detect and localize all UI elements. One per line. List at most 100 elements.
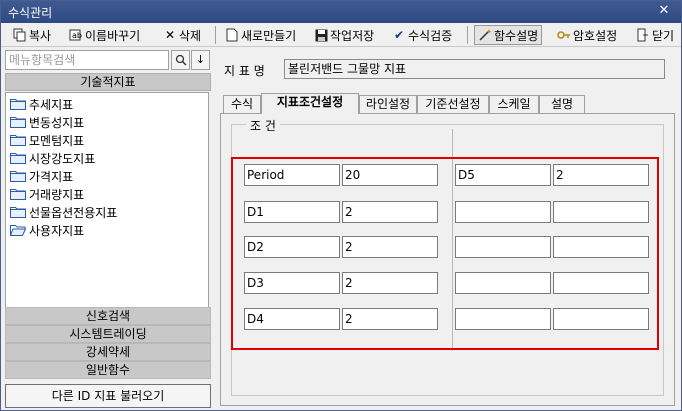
param-value-field[interactable]: 2 (553, 164, 649, 186)
new-label: 새로만들기 (241, 28, 297, 43)
new-button[interactable]: 새로만들기 (225, 25, 296, 45)
exit-door-icon (636, 28, 650, 42)
copy-label: 복사 (29, 28, 52, 43)
formula-manager-window: 수식관리 ✕ 복사 ab 이름바꾸기 ✕ 삭제 새로만들기 작업저장 ✔ 수식검… (0, 0, 682, 411)
svg-text:ab: ab (72, 31, 82, 40)
toolbar-separator (215, 26, 216, 44)
left-panel: 메뉴항목검색 ↓ 기술적지표 추세지표 변동성지표 모멘텀지표 시장강도지표 가… (5, 50, 211, 408)
copy-icon (13, 28, 27, 42)
tree-item-volume[interactable]: 거래량지표 (10, 185, 84, 203)
tree-item-volatility[interactable]: 변동성지표 (10, 113, 84, 131)
tree-item-label: 선물옵션전용지표 (29, 205, 118, 220)
function-help-label: 함수설명 (494, 28, 539, 43)
copy-button[interactable]: 복사 (13, 25, 51, 45)
tree-item-label: 시장강도지표 (29, 151, 96, 166)
function-help-button[interactable]: ✦ 함수설명 (474, 25, 543, 45)
title-bar: 수식관리 ✕ (1, 1, 681, 23)
tree-item-label: 사용자지표 (29, 223, 85, 238)
tree-item-label: 추세지표 (29, 97, 74, 112)
save-button[interactable]: 작업저장 (314, 25, 374, 45)
checkmark-icon: ✔ (393, 28, 405, 42)
param-value-field[interactable]: 2 (342, 201, 438, 223)
tree-item-market-strength[interactable]: 시장강도지표 (10, 149, 95, 167)
param-value-field[interactable]: 2 (342, 272, 438, 294)
indicator-name-label: 지 표 명 (224, 64, 265, 78)
tab-line-settings[interactable]: 라인설정 (359, 95, 417, 113)
close-label: 닫기 (652, 28, 675, 43)
folder-icon (10, 206, 26, 218)
magic-wand-icon: ✦ (478, 28, 492, 42)
load-other-id-button[interactable]: 다른 ID 지표 불러오기 (5, 384, 211, 408)
param-value-field[interactable]: 2 (342, 308, 438, 330)
delete-button[interactable]: ✕ 삭제 (163, 25, 201, 45)
column-divider (452, 129, 453, 351)
param-name-field[interactable] (455, 236, 551, 258)
param-name-field[interactable]: D2 (244, 236, 340, 258)
save-label: 작업저장 (330, 28, 375, 43)
param-value-field[interactable] (553, 272, 649, 294)
param-name-field[interactable]: D3 (244, 272, 340, 294)
tab-formula[interactable]: 수식 (223, 95, 261, 113)
window-title: 수식관리 (8, 6, 53, 20)
toolbar: 복사 ab 이름바꾸기 ✕ 삭제 새로만들기 작업저장 ✔ 수식검증 ✦ 함수설… (1, 23, 681, 47)
param-name-field[interactable] (455, 201, 551, 223)
password-button[interactable]: 암호설정 (557, 25, 617, 45)
tree-item-trend[interactable]: 추세지표 (10, 95, 73, 113)
arrow-down-icon[interactable]: ↓ (191, 50, 210, 70)
menu-search-input[interactable]: 메뉴항목검색 (5, 50, 169, 70)
svg-text:✦: ✦ (486, 28, 492, 36)
rename-button[interactable]: ab 이름바꾸기 (69, 25, 140, 45)
param-name-field[interactable]: D5 (455, 164, 551, 186)
tree-item-label: 가격지표 (29, 169, 74, 184)
indicator-name-field[interactable]: 볼린저밴드 그물망 지표 (284, 59, 665, 79)
category-header-technical[interactable]: 기술적지표 (5, 73, 211, 91)
category-strength-weakness[interactable]: 강세약세 (5, 343, 211, 361)
param-name-field[interactable]: D1 (244, 201, 340, 223)
key-icon (557, 28, 571, 42)
param-value-field[interactable] (553, 201, 649, 223)
tree-item-label: 변동성지표 (29, 115, 85, 130)
tab-description[interactable]: 설명 (539, 95, 585, 113)
tree-item-label: 모멘텀지표 (29, 133, 85, 148)
param-value-field[interactable]: 20 (342, 164, 438, 186)
category-system-trading[interactable]: 시스템트레이딩 (5, 325, 211, 343)
param-value-field[interactable]: 2 (342, 236, 438, 258)
delete-icon: ✕ (164, 28, 176, 42)
param-value-field[interactable] (553, 308, 649, 330)
tree-item-user[interactable]: 사용자지표 (10, 221, 84, 239)
search-icon[interactable] (171, 50, 190, 70)
toolbar-separator (467, 26, 468, 44)
right-panel: 지 표 명 볼린저밴드 그물망 지표 수식 지표조건설정 라인설정 기준선설정 … (214, 50, 680, 408)
folder-icon (10, 116, 26, 128)
tab-condition-settings[interactable]: 지표조건설정 (261, 93, 359, 114)
condition-tab-panel: 조 건 (220, 113, 675, 406)
folder-icon (10, 98, 26, 110)
save-disk-icon (314, 28, 328, 42)
param-name-field[interactable]: D4 (244, 308, 340, 330)
tree-item-label: 거래량지표 (29, 187, 85, 202)
rename-icon: ab (69, 28, 83, 42)
new-document-icon (225, 28, 239, 42)
open-folder-icon (10, 224, 26, 236)
password-label: 암호설정 (573, 28, 618, 43)
folder-icon (10, 134, 26, 146)
param-name-field[interactable] (455, 272, 551, 294)
tab-baseline-settings[interactable]: 기준선설정 (417, 95, 489, 113)
rename-label: 이름바꾸기 (85, 28, 141, 43)
tab-scale[interactable]: 스케일 (489, 95, 539, 113)
verify-label: 수식검증 (408, 28, 453, 43)
verify-button[interactable]: ✔ 수식검증 (392, 25, 452, 45)
param-value-field[interactable] (553, 236, 649, 258)
folder-icon (10, 188, 26, 200)
category-signal-search[interactable]: 신호검색 (5, 307, 211, 325)
close-button[interactable]: 닫기 (636, 25, 674, 45)
delete-label: 삭제 (179, 28, 202, 43)
tree-item-futures-options[interactable]: 선물옵션전용지표 (10, 203, 117, 221)
param-name-field[interactable] (455, 308, 551, 330)
category-general-functions[interactable]: 일반함수 (5, 361, 211, 379)
param-name-field[interactable]: Period (244, 164, 340, 186)
tree-item-momentum[interactable]: 모멘텀지표 (10, 131, 84, 149)
condition-group-title: 조 건 (246, 117, 280, 134)
close-icon[interactable]: ✕ (655, 2, 673, 20)
tree-item-price[interactable]: 가격지표 (10, 167, 73, 185)
